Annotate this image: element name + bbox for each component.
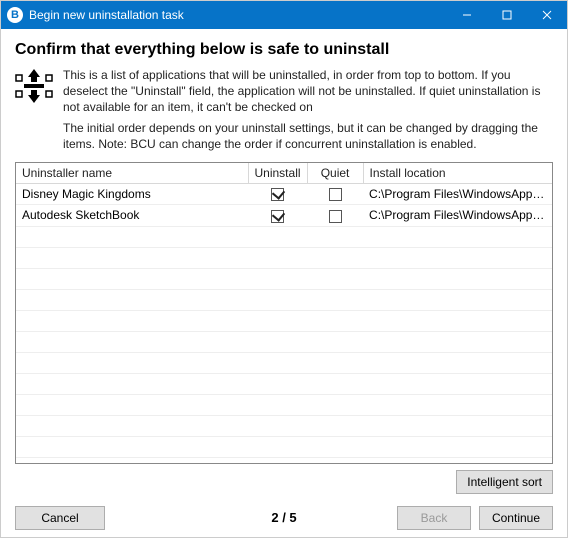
minimize-button[interactable] (447, 1, 487, 29)
uninstall-grid[interactable]: Uninstaller name Uninstall Quiet Install… (15, 162, 553, 464)
continue-button[interactable]: Continue (479, 506, 553, 530)
cell-location: C:\Program Files\WindowsApps\890... (363, 205, 552, 226)
app-icon: B (7, 7, 23, 23)
uninstall-checkbox[interactable] (271, 188, 284, 201)
back-button[interactable]: Back (397, 506, 471, 530)
cell-quiet[interactable] (307, 183, 363, 204)
step-indicator: 2 / 5 (271, 510, 296, 525)
close-button[interactable] (527, 1, 567, 29)
maximize-button[interactable] (487, 1, 527, 29)
column-header-quiet[interactable]: Quiet (307, 163, 363, 184)
cell-name: Autodesk SketchBook (16, 205, 248, 226)
intelligent-sort-button[interactable]: Intelligent sort (456, 470, 553, 494)
reorder-icon (15, 67, 53, 156)
intro-paragraph-2: The initial order depends on your uninst… (63, 120, 553, 152)
cancel-button[interactable]: Cancel (15, 506, 105, 530)
cell-name: Disney Magic Kingdoms (16, 183, 248, 204)
cell-uninstall[interactable] (248, 183, 307, 204)
column-header-name[interactable]: Uninstaller name (16, 163, 248, 184)
quiet-checkbox[interactable] (329, 188, 342, 201)
cell-uninstall[interactable] (248, 205, 307, 226)
page-heading: Confirm that everything below is safe to… (15, 41, 553, 59)
column-header-uninstall[interactable]: Uninstall (248, 163, 307, 184)
table-row[interactable]: Autodesk SketchBook C:\Program Files\Wind… (16, 205, 552, 226)
intro-block: This is a list of applications that will… (15, 67, 553, 156)
column-header-location[interactable]: Install location (363, 163, 552, 184)
table-row[interactable]: Disney Magic Kingdoms C:\Program Files\Wi… (16, 183, 552, 204)
cell-quiet[interactable] (307, 205, 363, 226)
window-title: Begin new uninstallation task (29, 8, 447, 22)
intro-paragraph-1: This is a list of applications that will… (63, 67, 553, 116)
cell-location: C:\Program Files\WindowsApps\A27... (363, 183, 552, 204)
uninstall-checkbox[interactable] (271, 210, 284, 223)
titlebar: B Begin new uninstallation task (1, 1, 567, 29)
quiet-checkbox[interactable] (329, 210, 342, 223)
